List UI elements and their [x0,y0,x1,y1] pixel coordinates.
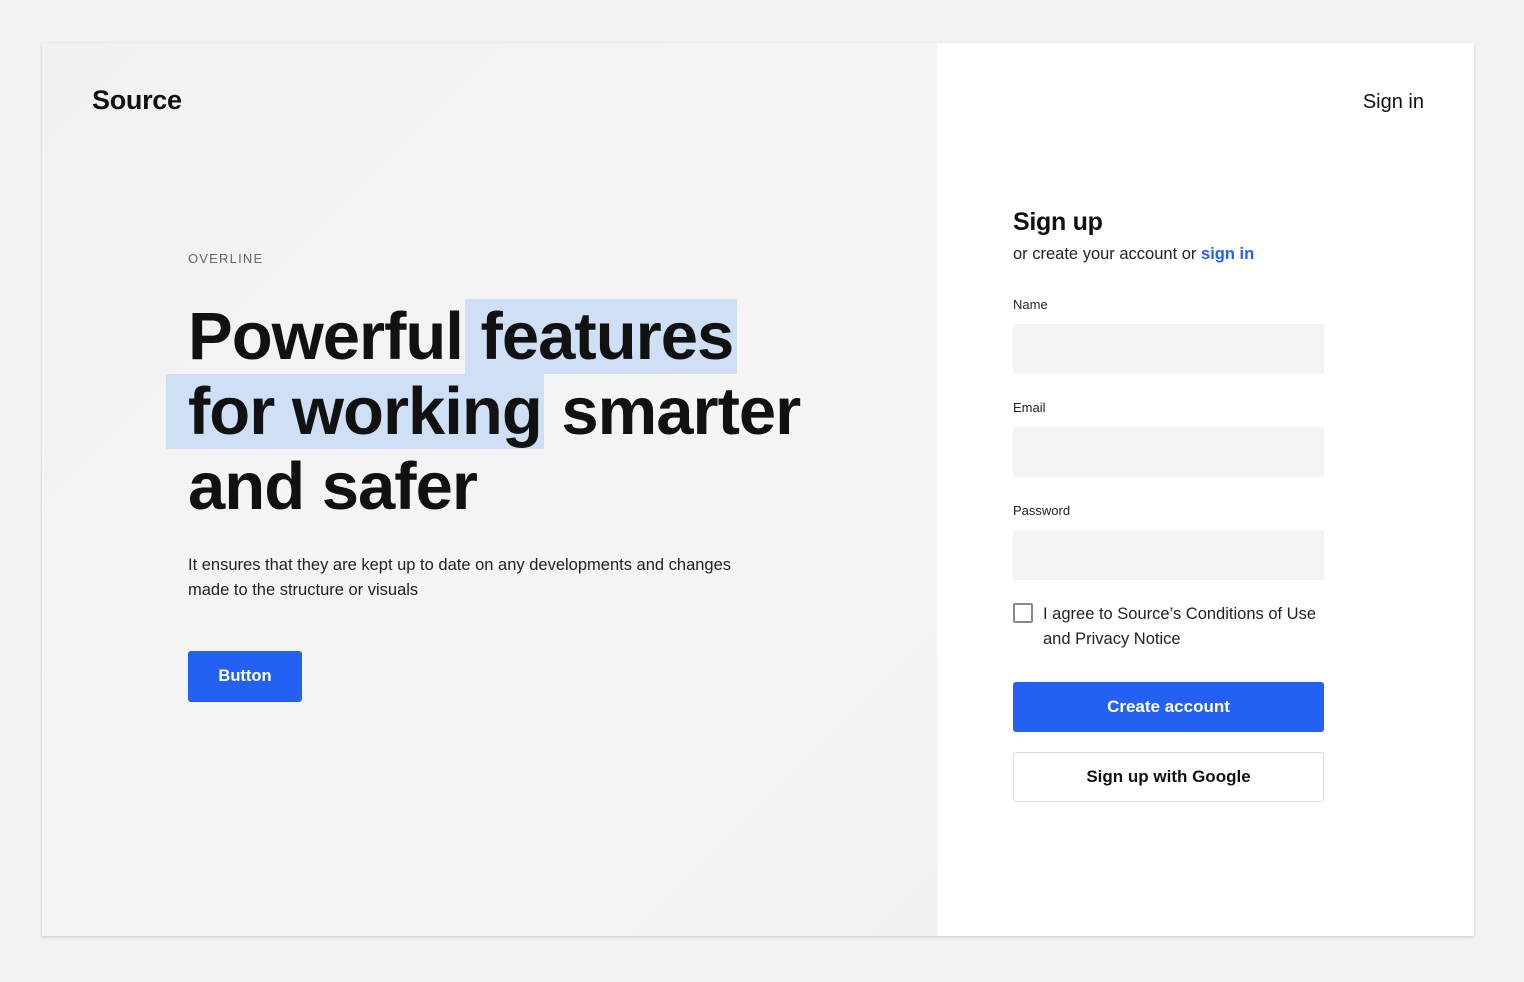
headline-line-2: for working smarter [166,374,848,449]
terms-checkbox[interactable] [1013,603,1033,623]
name-label: Name [1013,297,1048,312]
signup-subtitle: or create your account or sign in [1013,245,1324,264]
subtitle-signin-link[interactable]: sign in [1201,245,1254,263]
headline-line-1: Powerful features [188,299,848,374]
page-frame: Source OVERLINE Powerful features for wo… [42,43,1474,936]
terms-agreement: I agree to Source’s Conditions of Use an… [1013,602,1324,652]
hero-overline: OVERLINE [188,251,264,266]
brand-logo[interactable]: Source [92,85,182,116]
headline-line-3: and safer [188,449,478,524]
signup-title: Sign up [1013,208,1103,236]
create-account-button[interactable]: Create account [1013,682,1324,732]
hero-button[interactable]: Button [188,651,302,702]
headline-text: smarter [561,374,801,449]
terms-text: I agree to Source’s Conditions of Use an… [1043,605,1317,648]
hero-panel: Source OVERLINE Powerful features for wo… [42,43,937,936]
header-signin-link[interactable]: Sign in [1363,91,1424,114]
email-label: Email [1013,400,1046,415]
subtitle-text: or create your account or [1013,245,1202,263]
headline-highlight: features [464,299,738,374]
signup-panel: Sign in Sign up or create your account o… [937,43,1474,936]
hero-headline: Powerful features for working smarter an… [166,299,848,524]
signup-form: Sign up or create your account or sign i… [1013,208,1324,802]
password-label: Password [1013,503,1071,518]
google-signup-button[interactable]: Sign up with Google [1013,752,1324,802]
name-input[interactable] [1013,324,1324,374]
email-input[interactable] [1013,427,1324,477]
hero-description: It ensures that they are kept up to date… [188,556,732,599]
password-input[interactable] [1013,530,1324,580]
headline-highlight: for working [166,374,544,449]
headline-text: Powerful [188,299,464,374]
